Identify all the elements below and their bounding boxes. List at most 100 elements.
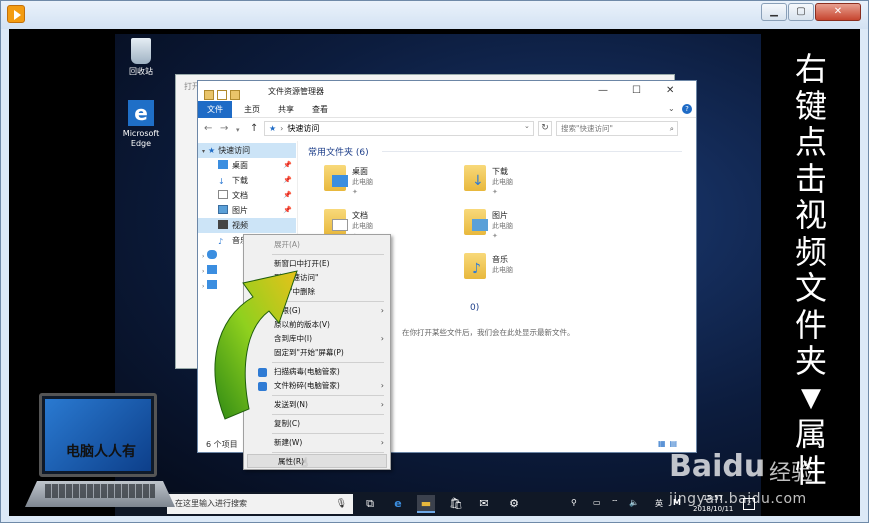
windows-desktop: 回收站 e Microsoft Edge 打开 文件资源管理器 — ☐ ✕ 文件… xyxy=(115,34,761,516)
logo-text: 电脑人人有 xyxy=(66,444,136,460)
explorer-minimize-button[interactable]: — xyxy=(598,85,608,96)
chevron-down-icon[interactable]: ⌄ xyxy=(668,104,675,113)
up-arrow-icon[interactable]: ↑ xyxy=(250,123,258,134)
explorer-close-button[interactable]: ✕ xyxy=(666,85,674,96)
status-item-count: 6 个项目 xyxy=(206,440,238,449)
store-icon[interactable]: 🛍 xyxy=(447,495,465,513)
folder-tile-music[interactable]: ♪ 音乐 此电脑 xyxy=(464,251,594,291)
address-dropdown-icon[interactable]: ⌄ xyxy=(524,122,530,130)
download-icon: ↓ xyxy=(472,173,484,189)
chevron-right-icon: › xyxy=(380,306,384,315)
search-icon: ⌕ xyxy=(669,124,674,133)
ribbon-tabs: 文件 主页 共享 查看 ⌄ ? xyxy=(198,101,696,118)
pin-icon: 📌 xyxy=(283,161,292,169)
chevron-right-icon: › xyxy=(280,124,284,133)
battery-icon[interactable]: ▭ xyxy=(593,498,601,507)
caption-text: 右 键 点 击 视 频 文 件 夹 ▼ 属 性 xyxy=(794,50,827,490)
pin-icon: 📌 xyxy=(283,176,292,184)
volume-icon[interactable]: 🔈 xyxy=(629,498,639,507)
desktop-icon xyxy=(218,160,228,169)
tab-home[interactable]: 主页 xyxy=(236,101,268,118)
pin-icon: 📌 xyxy=(283,191,292,199)
maximize-button[interactable]: ▢ xyxy=(788,3,814,21)
player-title-bar: ▁ ▢ ✕ xyxy=(1,1,868,29)
view-toggle-icons[interactable]: ▦▤ xyxy=(658,439,681,448)
folder-icon xyxy=(204,90,214,100)
chevron-right-icon: › xyxy=(380,438,384,447)
tab-share[interactable]: 共享 xyxy=(270,101,302,118)
player-window: ▁ ▢ ✕ 回收站 e Microsoft Edge 打开 文件资源管理器 — … xyxy=(0,0,869,523)
video-frame: 回收站 e Microsoft Edge 打开 文件资源管理器 — ☐ ✕ 文件… xyxy=(9,29,860,516)
edge-icon: e xyxy=(128,100,154,126)
menu-item-new[interactable]: 新建(W) › xyxy=(244,436,390,450)
pin-icon: ✦ xyxy=(492,188,498,196)
task-view-icon[interactable]: ⧉ xyxy=(361,495,379,513)
quick-access-toolbar xyxy=(204,85,264,100)
explorer-maximize-button[interactable]: ☐ xyxy=(632,85,641,96)
input-language[interactable]: 英 xyxy=(655,498,663,509)
hand-cursor-icon: ☝ xyxy=(301,456,308,469)
nav-item-downloads[interactable]: ↓ 下载 📌 xyxy=(198,173,296,188)
picture-icon xyxy=(472,219,488,231)
document-icon xyxy=(332,219,348,231)
menu-item-properties[interactable]: 属性(R) xyxy=(247,454,387,468)
new-folder-icon[interactable] xyxy=(230,90,240,100)
baidu-watermark: Baidu 经验 jingyan.baidu.com xyxy=(669,449,814,507)
folder-tile-pictures[interactable]: 图片 此电脑 ✦ xyxy=(464,207,594,247)
microphone-icon[interactable]: 🎙 xyxy=(336,494,347,514)
green-arrow-icon xyxy=(214,270,298,420)
gear-icon[interactable]: ⚙ xyxy=(505,495,523,513)
back-arrow-icon[interactable]: ← xyxy=(204,123,212,134)
section-recent-files[interactable]: 0) xyxy=(470,303,479,313)
tab-view[interactable]: 查看 xyxy=(304,101,336,118)
recent-empty-message: 在你打开某些文件后，我们会在此处显示最新文件。 xyxy=(402,328,575,337)
pin-icon: ★ xyxy=(269,124,277,133)
nav-item-quick-access[interactable]: ▾ ★ 快速访问 xyxy=(198,143,296,158)
close-button[interactable]: ✕ xyxy=(815,3,861,21)
music-icon: ♪ xyxy=(472,261,481,277)
nav-item-desktop[interactable]: 桌面 📌 xyxy=(198,158,296,173)
desktop-icon xyxy=(332,175,348,187)
search-input[interactable]: 搜索"快速访问" ⌕ xyxy=(556,121,678,136)
address-row: ← → ▾ ↑ ★ › 快速访问 ⌄ ↻ 搜索"快速访问" ⌕ xyxy=(198,119,696,139)
explorer-title-bar: 文件资源管理器 — ☐ ✕ xyxy=(198,81,696,101)
recent-locations-icon[interactable]: ▾ xyxy=(236,126,240,134)
address-bar[interactable]: ★ › 快速访问 xyxy=(264,121,534,136)
chevron-right-icon: › xyxy=(380,381,384,390)
music-icon: ♪ xyxy=(218,237,224,246)
forward-arrow-icon[interactable]: → xyxy=(220,123,228,134)
player-logo-icon xyxy=(7,5,25,23)
file-explorer-icon[interactable]: ▬ xyxy=(417,495,435,513)
video-icon xyxy=(218,220,228,229)
desktop-icon-edge[interactable]: e Microsoft Edge xyxy=(115,100,167,149)
laptop-logo: 电脑人人有 xyxy=(21,389,181,514)
section-divider xyxy=(382,151,682,152)
pin-icon: ✦ xyxy=(492,232,498,240)
help-icon[interactable]: ? xyxy=(682,104,692,114)
properties-icon[interactable] xyxy=(217,90,227,100)
nav-item-documents[interactable]: 文档 📌 xyxy=(198,188,296,203)
chevron-right-icon: › xyxy=(380,400,384,409)
pin-icon: 📌 xyxy=(283,206,292,214)
tab-file[interactable]: 文件 xyxy=(198,101,232,118)
folder-tile-downloads[interactable]: ↓ 下载 此电脑 ✦ xyxy=(464,163,594,203)
document-icon xyxy=(218,190,228,199)
windows-taskbar: 在这里输入进行搜索 🎙 ⧉ e ▬ 🛍 ✉ ⚙ ⚲ ▭ ⌔ 🔈 英 M 15:5… xyxy=(115,492,761,516)
picture-icon xyxy=(218,205,228,214)
minimize-button[interactable]: ▁ xyxy=(761,3,787,21)
folder-tile-desktop[interactable]: 桌面 此电脑 ✦ xyxy=(324,163,454,203)
section-frequent-folders[interactable]: 常用文件夹 (6) xyxy=(308,145,369,158)
edge-icon[interactable]: e xyxy=(389,495,407,513)
pin-icon: ✦ xyxy=(352,188,358,196)
laptop-keyboard xyxy=(45,484,155,498)
nav-item-videos[interactable]: 视频 xyxy=(198,218,296,233)
nav-item-pictures[interactable]: 图片 📌 xyxy=(198,203,296,218)
people-icon[interactable]: ⚲ xyxy=(571,498,577,507)
refresh-icon[interactable]: ↻ xyxy=(538,121,552,136)
mail-icon[interactable]: ✉ xyxy=(475,495,493,513)
menu-separator xyxy=(272,452,384,453)
network-icon[interactable]: ⌔ xyxy=(611,498,619,508)
desktop-icon-recycle-bin[interactable]: 回收站 xyxy=(115,38,167,77)
taskbar-search-input[interactable]: 在这里输入进行搜索 🎙 xyxy=(167,494,353,514)
star-icon: ★ xyxy=(208,146,216,155)
